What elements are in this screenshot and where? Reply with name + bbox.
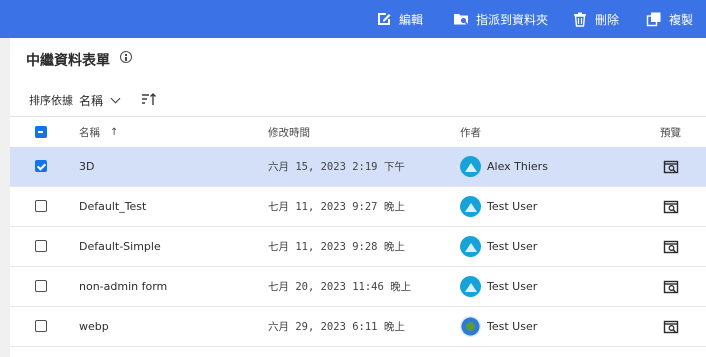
row-author-name: Test User	[487, 320, 538, 333]
avatar	[460, 236, 481, 257]
sort-field-dropdown[interactable]: 名稱	[79, 92, 121, 109]
row-author-name: Test User	[487, 200, 538, 213]
column-preview-label: 預覽	[660, 126, 681, 139]
avatar	[460, 316, 481, 337]
preview-icon[interactable]	[663, 199, 679, 215]
delete-label: 刪除	[595, 12, 620, 27]
row-modified: 七月 11, 2023 9:27 晚上	[268, 201, 405, 213]
sort-value: 名稱	[79, 93, 104, 108]
row-checkbox[interactable]	[35, 280, 47, 292]
sort-control: 排序依據 名稱	[29, 91, 121, 109]
delete-button[interactable]: 刪除	[572, 0, 619, 38]
row-checkbox[interactable]	[35, 320, 47, 332]
row-author: Test User	[460, 187, 537, 226]
table-row[interactable]: Default_Test 七月 11, 2023 9:27 晚上 Test Us…	[10, 187, 706, 227]
column-header-preview: 預覽	[660, 117, 681, 147]
row-modified: 七月 11, 2023 9:28 晚上	[268, 241, 405, 253]
table-row[interactable]: webp 六月 29, 2023 6:11 晚上 Test User	[10, 307, 706, 347]
column-modified-label: 修改時間	[268, 126, 310, 139]
preview-icon[interactable]	[663, 319, 679, 335]
row-author-name: Test User	[487, 280, 538, 293]
avatar	[460, 156, 481, 177]
row-author-name: Test User	[487, 240, 538, 253]
row-author: Test User	[460, 267, 537, 306]
assign-to-folder-button[interactable]: 指派到資料夾	[453, 0, 548, 38]
trash-icon	[572, 11, 588, 27]
row-name: Default-Simple	[79, 240, 161, 253]
preview-icon[interactable]	[663, 159, 679, 175]
row-modified: 六月 15, 2023 2:19 下午	[268, 161, 405, 173]
avatar	[460, 196, 481, 217]
action-bar: 編輯 指派到資料夾 刪除 複製	[0, 0, 706, 38]
table-header: 名稱 ↑ 修改時間 作者 預覽	[10, 117, 706, 147]
copy-button[interactable]: 複製	[646, 0, 693, 38]
row-checkbox[interactable]	[35, 160, 47, 172]
row-author-name: Alex Thiers	[487, 160, 548, 173]
row-checkbox[interactable]	[35, 240, 47, 252]
row-name: 3D	[79, 160, 95, 173]
row-name: webp	[79, 320, 109, 333]
row-modified: 七月 20, 2023 11:46 晚上	[268, 281, 412, 293]
edit-label: 編輯	[399, 12, 424, 27]
column-header-author[interactable]: 作者	[460, 117, 481, 147]
copy-label: 複製	[669, 12, 694, 27]
row-name: non-admin form	[79, 280, 168, 293]
arrow-up-icon: ↑	[110, 126, 119, 138]
table-row[interactable]: 3D 六月 15, 2023 2:19 下午 Alex Thiers	[10, 147, 706, 187]
info-icon[interactable]	[120, 51, 132, 63]
preview-icon[interactable]	[663, 239, 679, 255]
pencil-icon	[376, 11, 392, 27]
table-row[interactable]: non-admin form 七月 20, 2023 11:46 晚上 Test…	[10, 267, 706, 307]
copy-icon	[646, 11, 662, 27]
folder-icon	[453, 11, 469, 27]
assign-label: 指派到資料夾	[476, 12, 549, 27]
row-modified: 六月 29, 2023 6:11 晚上	[268, 321, 405, 333]
row-checkbox[interactable]	[35, 200, 47, 212]
column-name-label: 名稱	[79, 126, 100, 139]
avatar	[460, 276, 481, 297]
sort-direction-icon[interactable]	[141, 91, 157, 107]
select-all-checkbox[interactable]	[35, 126, 47, 138]
column-header-name[interactable]: 名稱 ↑	[79, 117, 118, 147]
preview-icon[interactable]	[663, 279, 679, 295]
row-name: Default_Test	[79, 200, 147, 213]
row-author: Alex Thiers	[460, 147, 548, 186]
column-header-modified[interactable]: 修改時間	[268, 117, 310, 147]
chevron-down-icon	[110, 93, 121, 103]
edit-button[interactable]: 編輯	[376, 0, 423, 38]
row-author: Test User	[460, 307, 537, 346]
sort-label: 排序依據	[29, 94, 73, 107]
page-title: 中繼資料表單	[26, 53, 110, 69]
column-author-label: 作者	[460, 126, 481, 139]
table-row[interactable]: Default-Simple 七月 11, 2023 9:28 晚上 Test …	[10, 227, 706, 267]
row-author: Test User	[460, 227, 537, 266]
